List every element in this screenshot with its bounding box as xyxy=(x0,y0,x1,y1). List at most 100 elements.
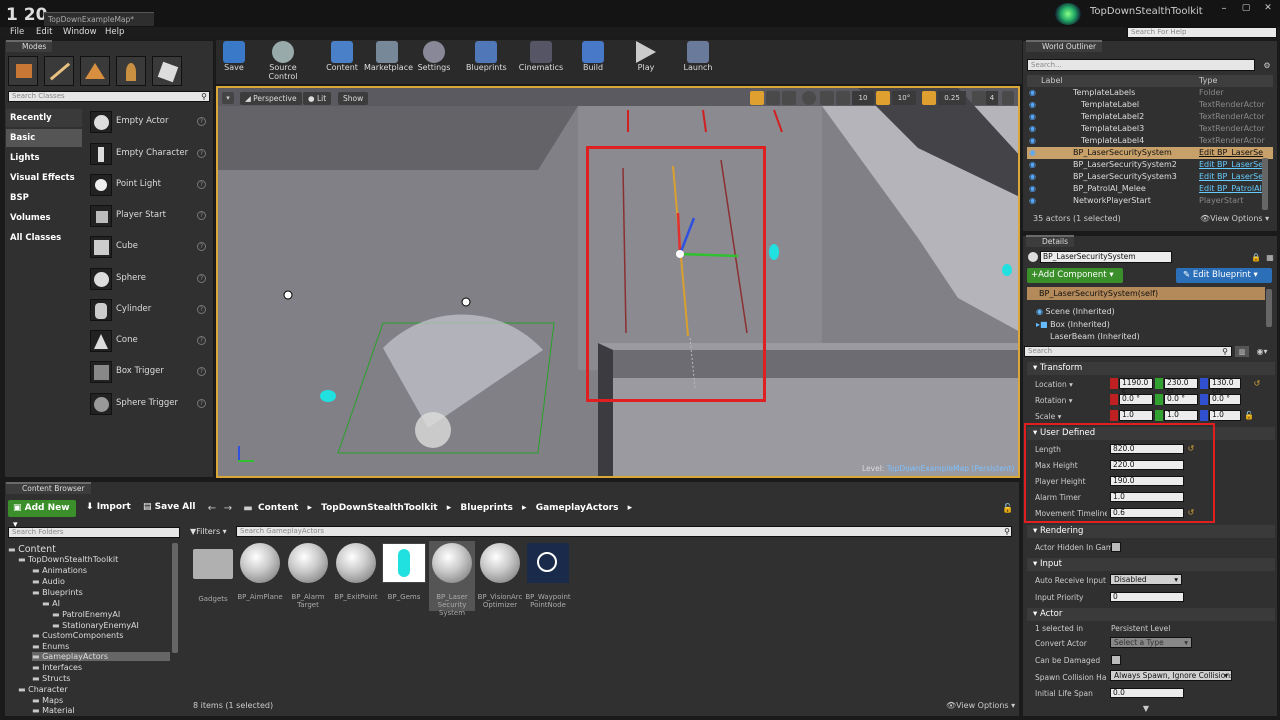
help-icon[interactable]: ? xyxy=(197,149,206,158)
can-be-damaged-checkbox[interactable] xyxy=(1111,655,1121,665)
actor-section-header[interactable]: ▾ Actor xyxy=(1027,608,1275,621)
viewport-options-icon[interactable]: ▾ xyxy=(222,92,234,104)
outliner-scrollbar[interactable] xyxy=(1262,158,1268,210)
actor-name-input[interactable]: BP_LaserSecuritySystem xyxy=(1040,251,1172,263)
marketplace-button[interactable]: Marketplace xyxy=(364,41,413,81)
property-matrix-icon[interactable]: ▥ xyxy=(1235,346,1249,357)
location-y-input[interactable]: 230.0 cr xyxy=(1164,378,1198,395)
outliner-row[interactable]: ◉ BP_LaserSecuritySystem Edit BP_LaserSe xyxy=(1027,147,1273,159)
forward-arrow-icon[interactable]: → xyxy=(222,502,234,514)
class-empty-character[interactable]: Empty Character? xyxy=(88,140,210,171)
component-scene[interactable]: ◉ Scene (Inherited) xyxy=(1036,307,1115,316)
category-basic[interactable]: Basic xyxy=(6,129,82,147)
camera-speed-icon[interactable] xyxy=(972,91,986,105)
edit-blueprint-button[interactable]: ✎ Edit Blueprint ▾ xyxy=(1176,268,1272,283)
search-classes-input[interactable]: Search Classes xyxy=(8,91,210,102)
search-assets-input[interactable]: Search GameplayActors xyxy=(236,526,1012,537)
expand-advanced-icon[interactable]: ▼ xyxy=(1140,703,1152,713)
world-space-icon[interactable] xyxy=(802,91,816,105)
level-viewport[interactable]: ▾ ◢ Perspective ● Lit Show 10 10° 0.25 4… xyxy=(216,86,1020,478)
asset-bp-laser-security-system[interactable]: BP_Laser Security System xyxy=(429,541,475,617)
outliner-row[interactable]: ◉ BP_LaserSecuritySystem3 Edit BP_LaserSe xyxy=(1027,171,1273,183)
transform-section-header[interactable]: ▾ Transform xyxy=(1027,362,1275,375)
player-height-input[interactable]: 190.0 xyxy=(1110,476,1184,486)
outliner-row[interactable]: ◉ BP_PatrolAI_Melee Edit BP_PatrolAI xyxy=(1027,183,1273,195)
type-column-header[interactable]: Type xyxy=(1199,75,1217,87)
visibility-eye-icon[interactable]: ◉ xyxy=(1029,123,1036,135)
save-all-button[interactable]: ▤ Save All xyxy=(143,502,195,512)
outliner-row[interactable]: ◉ TemplateLabel3 TextRenderActor xyxy=(1027,123,1273,135)
folder-tree-item[interactable]: ▬ Interfaces xyxy=(32,663,82,672)
grid-size-value[interactable]: 10 xyxy=(852,91,874,105)
menu-file[interactable]: File xyxy=(10,27,24,37)
modes-tab[interactable]: Modes xyxy=(6,40,53,52)
foliage-mode-icon[interactable] xyxy=(116,56,146,86)
outliner-view-options[interactable]: 👁View Options ▾ xyxy=(1200,214,1269,223)
category-all-classes[interactable]: All Classes xyxy=(6,229,82,247)
scale-y-input[interactable]: 1.0 xyxy=(1164,410,1198,421)
components-scrollbar[interactable] xyxy=(1266,289,1272,327)
rotation-x-input[interactable]: 0.0 ° xyxy=(1119,394,1153,405)
scale-x-input[interactable]: 1.0 xyxy=(1119,410,1153,421)
breadcrumb-blueprints[interactable]: Blueprints xyxy=(460,503,513,513)
length-input[interactable]: 820.0 xyxy=(1110,444,1184,454)
maximize-icon[interactable]: ▢ xyxy=(1237,2,1255,14)
grid-snap-icon[interactable] xyxy=(836,91,850,105)
scale-tool-icon[interactable] xyxy=(782,91,796,105)
back-arrow-icon[interactable]: ← xyxy=(206,502,218,514)
import-button[interactable]: ⬇ Import xyxy=(86,502,131,512)
folder-tree-item[interactable]: ▬ StationaryEnemyAI xyxy=(52,621,139,630)
folder-tree-item[interactable]: ▬ TopDownStealthToolkit xyxy=(18,555,118,564)
details-search-input[interactable]: Search xyxy=(1024,346,1232,357)
asset-bp-exitpoint[interactable]: BP_ExitPoint xyxy=(333,543,379,601)
close-icon[interactable]: ✕ xyxy=(1259,2,1277,14)
self-component-row[interactable]: BP_LaserSecuritySystem(self) xyxy=(1027,287,1265,300)
place-mode-icon[interactable] xyxy=(8,56,38,86)
class-cylinder[interactable]: Cylinder? xyxy=(88,296,210,327)
launch-button[interactable]: Launch xyxy=(680,41,716,81)
folder-tree-item[interactable]: ▬ Content xyxy=(8,544,56,555)
outliner-row-type[interactable]: Edit BP_LaserSe xyxy=(1199,171,1271,183)
lit-button[interactable]: ● Lit xyxy=(303,92,332,105)
asset-bp-visionarc-optimizer[interactable]: BP_VisionArc Optimizer xyxy=(477,543,523,609)
component-box[interactable]: ▸■ Box (Inherited) xyxy=(1036,320,1110,329)
initial-life-span-input[interactable]: 0.0 xyxy=(1110,688,1184,698)
landscape-mode-icon[interactable] xyxy=(80,56,110,86)
outliner-row-type[interactable]: Edit BP_LaserSe xyxy=(1199,147,1271,159)
location-label[interactable]: Location ▾ xyxy=(1035,380,1073,389)
scale-label[interactable]: Scale ▾ xyxy=(1035,412,1061,421)
camera-speed-value[interactable]: 4 xyxy=(986,91,998,105)
outliner-row[interactable]: ◉ TemplateLabel4 TextRenderActor xyxy=(1027,135,1273,147)
folder-tree-item[interactable]: ▬ Structs xyxy=(32,674,70,683)
asset-bp-alarm-target[interactable]: BP_Alarm Target xyxy=(285,543,331,609)
rotation-label[interactable]: Rotation ▾ xyxy=(1035,396,1073,405)
visibility-eye-icon[interactable]: ◉ xyxy=(1029,183,1036,195)
outliner-row[interactable]: ◉ TemplateLabels Folder xyxy=(1027,87,1273,99)
visibility-filter-icon[interactable]: ◉▾ xyxy=(1252,346,1272,357)
content-browser-tab[interactable]: Content Browser xyxy=(6,482,91,494)
help-icon[interactable]: ? xyxy=(197,274,206,283)
paint-mode-icon[interactable] xyxy=(44,56,74,86)
location-z-input[interactable]: 130.0 cn xyxy=(1209,378,1241,395)
folder-tree-item[interactable]: ▬ CustomComponents xyxy=(32,631,123,640)
class-sphere[interactable]: Sphere? xyxy=(88,265,210,296)
alarm-timer-input[interactable]: 1.0 xyxy=(1110,492,1184,502)
class-cone[interactable]: Cone? xyxy=(88,327,210,358)
folder-tree-item[interactable]: ▬ Maps xyxy=(32,696,63,705)
outliner-row[interactable]: ◉ TemplateLabel TextRenderActor xyxy=(1027,99,1273,111)
surface-snap-icon[interactable] xyxy=(820,91,834,105)
scale-z-input[interactable]: 1.0 xyxy=(1209,410,1241,421)
input-priority-input[interactable]: 0 xyxy=(1110,592,1184,602)
help-icon[interactable]: ? xyxy=(197,336,206,345)
content-button[interactable]: Content xyxy=(324,41,360,81)
rotate-tool-icon[interactable] xyxy=(766,91,780,105)
folder-tree-item[interactable]: ▬ GameplayActors xyxy=(32,652,170,661)
build-button[interactable]: Build xyxy=(578,41,608,81)
help-icon[interactable]: ? xyxy=(197,367,206,376)
rendering-section-header[interactable]: ▾ Rendering xyxy=(1027,525,1275,538)
max-height-input[interactable]: 220.0 xyxy=(1110,460,1184,470)
folder-tree-item[interactable]: ▬ Character xyxy=(18,685,68,694)
visibility-eye-icon[interactable]: ◉ xyxy=(1029,87,1036,99)
show-button[interactable]: Show xyxy=(338,92,369,105)
settings-button[interactable]: Settings xyxy=(416,41,452,81)
